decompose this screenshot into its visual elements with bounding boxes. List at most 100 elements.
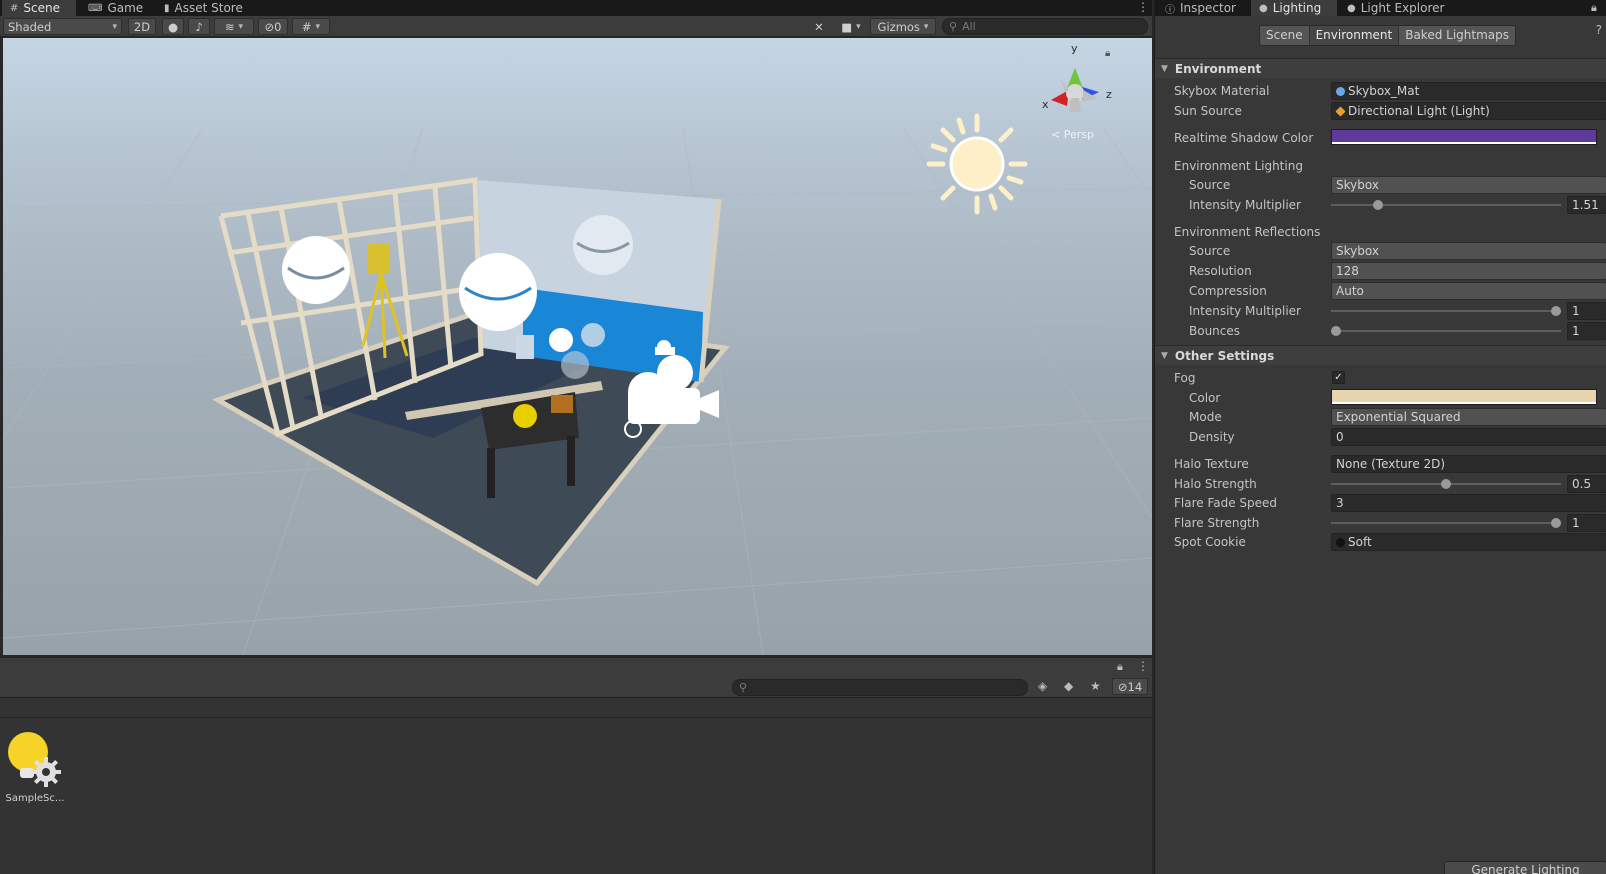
2d-mode-button[interactable]: 2D <box>128 18 156 35</box>
tools-icon: ✕ <box>814 19 824 34</box>
more-options-icon[interactable]: ⋮ <box>1137 659 1149 673</box>
scene-viewport[interactable]: y x z 🔒︎ < Persp <box>3 38 1152 655</box>
gizmos-dropdown[interactable]: Gizmos <box>870 18 936 35</box>
layers-icon: ≋ <box>224 19 235 34</box>
other-settings-section-header[interactable]: ▼ Other Settings <box>1155 345 1606 365</box>
hidden-packages-button[interactable]: ⊘ 14 <box>1112 678 1148 695</box>
favorite-star-icon[interactable]: ★ <box>1090 679 1101 693</box>
reflection-bounces-slider[interactable] <box>1331 326 1561 336</box>
lock-icon[interactable]: 🔒︎ <box>1117 660 1123 674</box>
lighting-toggle-button[interactable]: ● <box>162 18 184 35</box>
halo-strength-input[interactable]: 0.5 <box>1567 475 1606 493</box>
fog-mode-row: Mode Exponential Squared <box>1155 407 1606 427</box>
grid-icon: # <box>301 19 312 34</box>
camera-dropdown[interactable]: ■ <box>836 18 866 35</box>
tab-light-explorer[interactable]: ● Light Explorer <box>1339 0 1452 16</box>
halo-texture-field[interactable]: None (Texture 2D) <box>1331 455 1606 473</box>
skybox-material-field[interactable]: Skybox_Mat <box>1331 82 1606 100</box>
texture-icon <box>1336 538 1345 547</box>
gamepad-icon: ⌨ <box>88 2 103 14</box>
tab-scene[interactable]: # Scene <box>2 0 76 16</box>
reflection-compression-dropdown[interactable]: Auto <box>1331 282 1606 300</box>
projection-label[interactable]: < Persp <box>1051 128 1094 141</box>
tab-lighting[interactable]: ● Lighting <box>1251 0 1337 16</box>
slider-handle[interactable] <box>1551 518 1561 528</box>
scene-tabbar: # Scene ⌨ Game ▮ Asset Store ⋮ <box>0 0 1152 16</box>
flare-strength-input[interactable]: 1 <box>1567 514 1606 532</box>
scene-render: y x z 🔒︎ < Persp <box>3 42 1152 655</box>
environment-lighting-row: Environment Lighting <box>1174 159 1303 173</box>
fog-row: Fog ✓ <box>1155 368 1606 388</box>
tab-scene-settings[interactable]: Scene <box>1260 26 1310 45</box>
tab-baked-lightmaps[interactable]: Baked Lightmaps <box>1399 26 1515 45</box>
env-lighting-source-dropdown[interactable]: Skybox <box>1331 176 1606 194</box>
search-icon: ⚲ <box>739 681 748 694</box>
material-icon <box>1336 87 1345 96</box>
shadow-color-swatch[interactable] <box>1331 129 1597 145</box>
reflection-source-dropdown[interactable]: Skybox <box>1331 242 1606 260</box>
spot-cookie-field[interactable]: Soft <box>1331 533 1606 551</box>
project-search-input[interactable]: ⚲ <box>732 679 1028 696</box>
grid-dropdown[interactable]: # <box>292 18 330 35</box>
lighting-settings-icon <box>8 732 61 787</box>
generate-lighting-button[interactable]: Generate Lighting <box>1444 861 1606 874</box>
directional-light-sun-icon <box>926 113 1028 215</box>
environment-reflections-row: Environment Reflections <box>1174 225 1321 239</box>
slider-handle[interactable] <box>1331 326 1341 336</box>
tab-environment[interactable]: Environment <box>1309 26 1400 45</box>
fog-mode-dropdown[interactable]: Exponential Squared <box>1331 408 1606 426</box>
inspector-tabbar: ⓘ Inspector ● Lighting ● Light Explorer … <box>1155 0 1606 16</box>
halo-strength-slider[interactable] <box>1331 479 1561 489</box>
env-lighting-intensity-slider[interactable] <box>1331 200 1561 210</box>
reflection-intensity-slider[interactable] <box>1331 306 1561 316</box>
view-lock-icon[interactable]: 🔒︎ <box>1105 48 1110 59</box>
scene-visibility-button[interactable]: ⊘ 0 <box>258 18 288 35</box>
speaker-icon: ♪ <box>195 19 203 34</box>
project-panel-header: 🔒︎ ⋮ <box>0 657 1152 676</box>
reflection-resolution-row: Resolution 128 <box>1155 261 1606 281</box>
halo-texture-row: Halo Texture None (Texture 2D) <box>1155 454 1606 474</box>
fog-color-row: Color <box>1155 388 1606 408</box>
asset-item[interactable]: SampleSc... <box>4 730 66 804</box>
fog-density-input[interactable]: 0 <box>1331 428 1606 446</box>
reflection-bounces-input[interactable]: 1 <box>1567 322 1606 340</box>
slider-handle[interactable] <box>1551 306 1561 316</box>
info-icon: ⓘ <box>1165 4 1175 16</box>
reflection-compression-row: Compression Auto <box>1155 281 1606 301</box>
back-arrow-icon: < <box>1051 128 1060 141</box>
scene-toolbar: Shaded 2D ● ♪ ≋ ⊘ 0 # ✕ <box>0 16 1152 37</box>
tools-button[interactable]: ✕ <box>808 18 830 35</box>
scene-search-input[interactable]: ⚲ All <box>942 18 1148 35</box>
project-toolbar: ⚲ ◈ ◆ ★ ⊘ 14 <box>0 676 1152 698</box>
env-lighting-intensity-input[interactable]: 1.51 <box>1567 196 1606 214</box>
project-breadcrumb-bar <box>0 698 1152 718</box>
reflection-intensity-input[interactable]: 1 <box>1567 302 1606 320</box>
fog-checkbox[interactable]: ✓ <box>1332 371 1345 384</box>
bulb-icon: ● <box>167 19 179 34</box>
reflection-resolution-dropdown[interactable]: 128 <box>1331 262 1606 280</box>
sun-source-field[interactable]: Directional Light (Light) <box>1331 102 1606 120</box>
flare-strength-slider[interactable] <box>1331 518 1561 528</box>
fog-color-swatch[interactable] <box>1331 389 1597 405</box>
env-lighting-intensity-row: Intensity Multiplier 1.51 <box>1155 195 1606 215</box>
tab-inspector[interactable]: ⓘ Inspector <box>1157 0 1244 16</box>
slider-handle[interactable] <box>1441 479 1451 489</box>
skybox-material-row: Skybox Material Skybox_Mat <box>1155 81 1606 101</box>
more-options-icon[interactable]: ⋮ <box>1137 1 1149 13</box>
lighting-tabs: Scene Environment Baked Lightmaps <box>1259 25 1516 46</box>
help-icon[interactable]: ? <box>1596 23 1602 37</box>
sun-source-row: Sun Source Directional Light (Light) <box>1155 101 1606 121</box>
bulb-icon: ● <box>1347 2 1356 14</box>
tab-game[interactable]: ⌨ Game <box>80 0 151 16</box>
label-tag-icon[interactable]: ◆ <box>1064 679 1073 693</box>
slider-handle[interactable] <box>1372 200 1383 210</box>
shading-mode-dropdown[interactable]: Shaded <box>3 18 122 35</box>
audio-toggle-button[interactable]: ♪ <box>188 18 210 35</box>
orientation-gizmo[interactable] <box>1051 68 1099 112</box>
effects-dropdown[interactable]: ≋ <box>214 18 254 35</box>
flare-fade-speed-input[interactable]: 3 <box>1331 494 1606 512</box>
lock-icon[interactable]: 🔒︎ <box>1591 1 1597 15</box>
environment-section-header[interactable]: ▼ Environment <box>1155 58 1606 78</box>
filter-by-type-icon[interactable]: ◈ <box>1038 679 1047 693</box>
tab-asset-store[interactable]: ▮ Asset Store <box>156 0 251 16</box>
